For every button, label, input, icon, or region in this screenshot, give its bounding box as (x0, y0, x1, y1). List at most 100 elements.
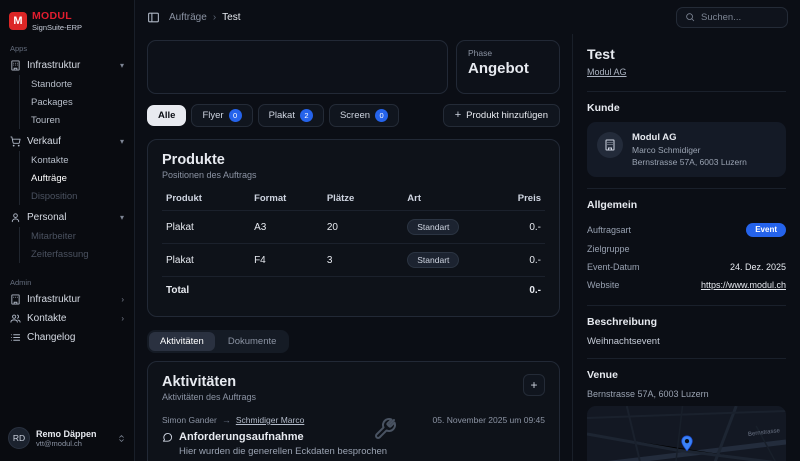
art-badge: Standart (407, 252, 459, 268)
col-produkt: Produkt (162, 187, 250, 211)
user-name: Remo Däppen (36, 429, 97, 439)
tools-icon (373, 417, 397, 441)
tab-dokumente[interactable]: Dokumente (217, 332, 288, 351)
filter-flyer[interactable]: Flyer0 (191, 104, 252, 127)
customer-card[interactable]: Modul AG Marco Schmidiger Bernstrasse 57… (587, 122, 786, 177)
chevron-right-icon: › (121, 315, 124, 323)
logo-icon: M (9, 12, 27, 30)
breadcrumb-current: Test (222, 12, 240, 23)
beschreibung-text: Weihnachtsevent (587, 336, 786, 347)
add-product-button[interactable]: +Produkt hinzufügen (443, 104, 560, 127)
cell-art: Standart (403, 211, 495, 244)
sidebar-group-infrastruktur-children: Standorte Packages Touren (19, 75, 127, 129)
count-badge: 0 (229, 109, 242, 122)
event-badge: Event (746, 223, 786, 237)
detail-value: 24. Dez. 2025 (730, 262, 786, 272)
map-pin-icon (678, 434, 695, 451)
sidebar-item-packages[interactable]: Packages (29, 93, 127, 111)
total-label: Total (162, 277, 250, 305)
chevron-down-icon: ▾ (120, 138, 124, 146)
beschreibung-section: Beschreibung Weihnachtsevent (587, 305, 786, 347)
count-badge: 0 (375, 109, 388, 122)
sidebar-item-admin-kontakte[interactable]: Kontakte › (7, 309, 127, 328)
add-activity-button[interactable]: + (523, 374, 545, 396)
activities-header: Aktivitäten Aktivitäten des Auftrags + (162, 374, 545, 402)
cell-art: Standart (403, 244, 495, 277)
chevron-down-icon: ▾ (120, 214, 124, 222)
sidebar-item-changelog[interactable]: Changelog (7, 328, 127, 347)
brand-block: MODUL SignSuite-ERP (32, 10, 82, 32)
cell-plaetze: 3 (323, 244, 403, 277)
products-card: Produkte Positionen des Auftrags Produkt… (147, 139, 560, 317)
sidebar-item-touren[interactable]: Touren (29, 111, 127, 129)
detail-row-zielgruppe: Zielgruppe (587, 240, 786, 258)
building-icon (10, 60, 21, 71)
filter-plakat[interactable]: Plakat2 (258, 104, 324, 127)
users-icon (10, 313, 21, 324)
sidebar-item-verkauf[interactable]: Verkauf ▾ (7, 132, 127, 151)
sidebar-item-mitarbeiter[interactable]: Mitarbeiter (29, 227, 127, 245)
filter-screen[interactable]: Screen0 (329, 104, 399, 127)
add-product-label: Produkt hinzufügen (466, 110, 548, 121)
sidebar-item-zeiterfassung[interactable]: Zeiterfassung (29, 245, 127, 263)
search-input[interactable] (701, 12, 776, 23)
user-icon (10, 212, 21, 223)
tab-aktivitaeten[interactable]: Aktivitäten (149, 332, 215, 351)
allgemein-section: Allgemein Auftragsart Event Zielgruppe E… (587, 188, 786, 294)
activity-assignee-link[interactable]: Schmidiger Marco (236, 415, 305, 425)
kunde-heading: Kunde (587, 102, 786, 114)
chevron-down-icon: ▾ (120, 62, 124, 70)
customer-name: Modul AG (632, 132, 747, 143)
filter-alle[interactable]: Alle (147, 105, 186, 126)
sidebar-toggle-icon[interactable] (147, 11, 160, 24)
user-menu[interactable]: RD Remo Däppen vtt@modul.ch (7, 423, 127, 453)
user-email: vtt@modul.ch (36, 439, 97, 448)
top-row: Phase Angebot (147, 40, 560, 94)
breadcrumb-parent[interactable]: Aufträge (169, 12, 207, 23)
col-art: Art (403, 187, 495, 211)
search-box[interactable] (676, 7, 788, 28)
customer-contact: Marco Schmidiger (632, 145, 747, 155)
phase-label: Phase (468, 48, 548, 58)
sidebar-item-disposition[interactable]: Disposition (29, 187, 127, 205)
product-filter-row: Alle Flyer0 Plakat2 Screen0 +Produkt hin… (147, 104, 560, 127)
content-tabs: Aktivitäten Dokumente (147, 330, 289, 353)
cell-format: A3 (250, 211, 323, 244)
company-link[interactable]: Modul AG (587, 67, 627, 77)
detail-row-auftragsart: Auftragsart Event (587, 219, 786, 240)
activities-title-block: Aktivitäten Aktivitäten des Auftrags (162, 374, 256, 402)
website-link[interactable]: https://www.modul.ch (701, 280, 786, 290)
sidebar-item-infrastruktur[interactable]: Infrastruktur ▾ (7, 56, 127, 75)
venue-address: Bernstrasse 57A, 6003 Luzern (587, 389, 786, 399)
order-title: Test (587, 46, 786, 62)
sidebar-item-admin-infrastruktur[interactable]: Infrastruktur › (7, 290, 127, 309)
app-logo[interactable]: M MODUL SignSuite-ERP (7, 8, 127, 32)
detail-row-event-datum: Event-Datum 24. Dez. 2025 (587, 258, 786, 276)
table-row[interactable]: Plakat F4 3 Standart 0.- (162, 244, 545, 277)
table-row[interactable]: Plakat A3 20 Standart 0.- (162, 211, 545, 244)
brand-subtitle: SignSuite-ERP (32, 23, 82, 32)
search-icon (685, 12, 695, 22)
beschreibung-heading: Beschreibung (587, 316, 786, 328)
user-info: Remo Däppen vtt@modul.ch (36, 429, 97, 448)
sidebar-group-verkauf-children: Kontakte Aufträge Disposition (19, 151, 127, 205)
art-badge: Standart (407, 219, 459, 235)
sidebar-item-auftraege[interactable]: Aufträge (29, 169, 127, 187)
activity-item[interactable]: Simon Gander → Schmidiger Marco 05. Nove… (162, 415, 545, 457)
cell-produkt: Plakat (162, 211, 250, 244)
sidebar: M MODUL SignSuite-ERP Apps Infrastruktur… (0, 0, 135, 461)
sidebar-item-label: Infrastruktur (27, 294, 80, 305)
sidebar-item-personal[interactable]: Personal ▾ (7, 208, 127, 227)
venue-map[interactable]: Bernstrasse Kanonenstrasse (587, 406, 786, 461)
detail-row-website: Website https://www.modul.ch (587, 276, 786, 294)
building-icon (10, 294, 21, 305)
products-title: Produkte (162, 152, 545, 168)
sidebar-item-label: Verkauf (27, 136, 61, 147)
order-details-panel: Test Modul AG Kunde Modul AG Marco Schmi… (572, 34, 800, 461)
sidebar-item-kontakte[interactable]: Kontakte (29, 151, 127, 169)
customer-address: Bernstrasse 57A, 6003 Luzern (632, 157, 747, 167)
activities-title: Aktivitäten (162, 374, 256, 390)
sidebar-item-standorte[interactable]: Standorte (29, 75, 127, 93)
allgemein-heading: Allgemein (587, 199, 786, 211)
building-icon (597, 132, 623, 158)
